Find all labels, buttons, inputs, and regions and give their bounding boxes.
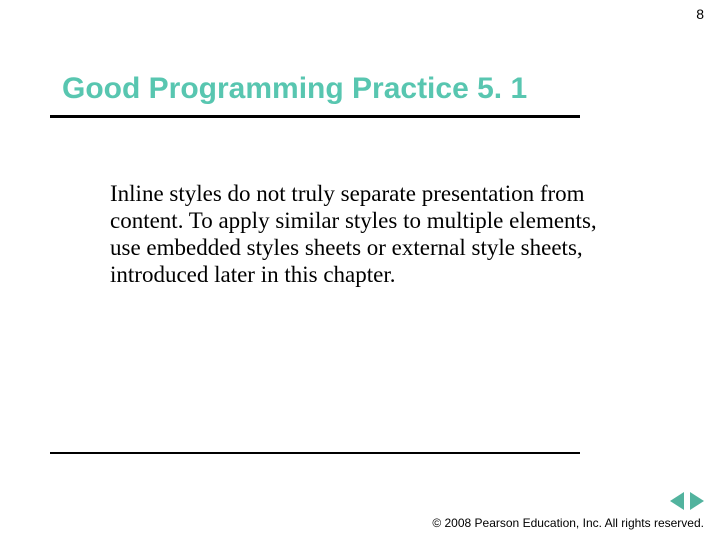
copyright-footer: © 2008 Pearson Education, Inc. All right… <box>432 516 704 530</box>
page-number: 8 <box>696 6 704 22</box>
slide-title: Good Programming Practice 5. 1 <box>62 72 527 106</box>
prev-slide-icon[interactable] <box>670 492 684 510</box>
title-underline <box>50 115 580 118</box>
bottom-rule <box>50 452 580 454</box>
next-slide-icon[interactable] <box>690 492 704 510</box>
body-text: Inline styles do not truly separate pres… <box>110 180 600 289</box>
nav-controls <box>670 492 704 510</box>
